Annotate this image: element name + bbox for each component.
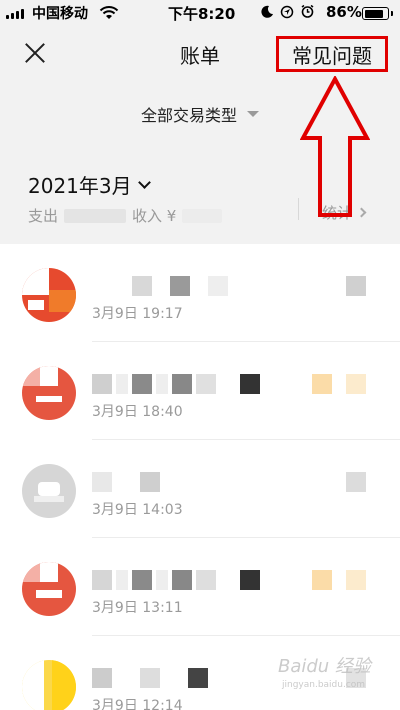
income-amount-redacted [182, 208, 223, 223]
income-label: 收入 ¥ [132, 207, 177, 225]
transaction-row[interactable]: 3月9日 13:11 [0, 538, 400, 636]
transaction-time: 3月9日 18:40 [92, 404, 183, 420]
merchant-name-redacted [92, 472, 160, 492]
amount-redacted [312, 472, 366, 492]
caret-down-icon [247, 111, 259, 117]
divider [298, 198, 299, 220]
merchant-name-redacted [92, 374, 260, 394]
location-icon [280, 5, 294, 18]
signal-icon [6, 8, 24, 19]
wifi-icon [99, 6, 119, 19]
transaction-time: 3月9日 13:11 [92, 600, 183, 616]
transaction-row[interactable]: 3月9日 19:17 [0, 244, 400, 342]
expense-label: 支出 [28, 207, 59, 225]
annotation-arrow-icon [300, 76, 370, 217]
chevron-down-icon [137, 175, 151, 189]
faq-link[interactable]: 常见问题 [276, 36, 388, 72]
amount-redacted [312, 374, 366, 394]
status-bar: 中国移动 下午8:20 86% [0, 0, 400, 26]
transaction-list: 3月9日 19:17 3月9日 18:40 3月9日 14:03 3月9日 13… [0, 244, 400, 710]
battery-icon [362, 7, 393, 20]
carrier-name: 中国移动 [32, 6, 88, 22]
merchant-name-redacted [92, 668, 208, 688]
totals: 支出 收入 ¥ [28, 205, 223, 226]
merchant-name-redacted [92, 570, 260, 590]
transaction-time: 3月9日 19:17 [92, 306, 183, 322]
filter-label: 全部交易类型 [140, 106, 237, 125]
watermark-logo: Baidu 经验 [278, 656, 371, 677]
expense-amount-redacted [64, 208, 127, 223]
avatar [22, 464, 76, 518]
faq-label: 常见问题 [292, 43, 372, 68]
clock: 下午8:20 [168, 5, 236, 23]
month-selector[interactable]: 2021年3月 [28, 170, 151, 199]
avatar [22, 366, 76, 420]
amount-redacted [312, 276, 366, 296]
transaction-time: 3月9日 14:03 [92, 502, 183, 518]
transaction-time: 3月9日 12:14 [92, 698, 183, 710]
avatar [22, 562, 76, 616]
transaction-row[interactable]: 3月9日 18:40 [0, 342, 400, 440]
battery-percent: 86% [326, 3, 362, 21]
month-label: 2021年3月 [28, 174, 132, 198]
alarm-icon [301, 4, 314, 18]
moon-icon [261, 5, 273, 18]
watermark-url: jingyan.baidu.com [282, 680, 366, 690]
merchant-name-redacted [92, 276, 228, 296]
avatar [22, 268, 76, 322]
transaction-row[interactable]: 3月9日 14:03 [0, 440, 400, 538]
avatar [22, 660, 76, 710]
amount-redacted [312, 570, 366, 590]
